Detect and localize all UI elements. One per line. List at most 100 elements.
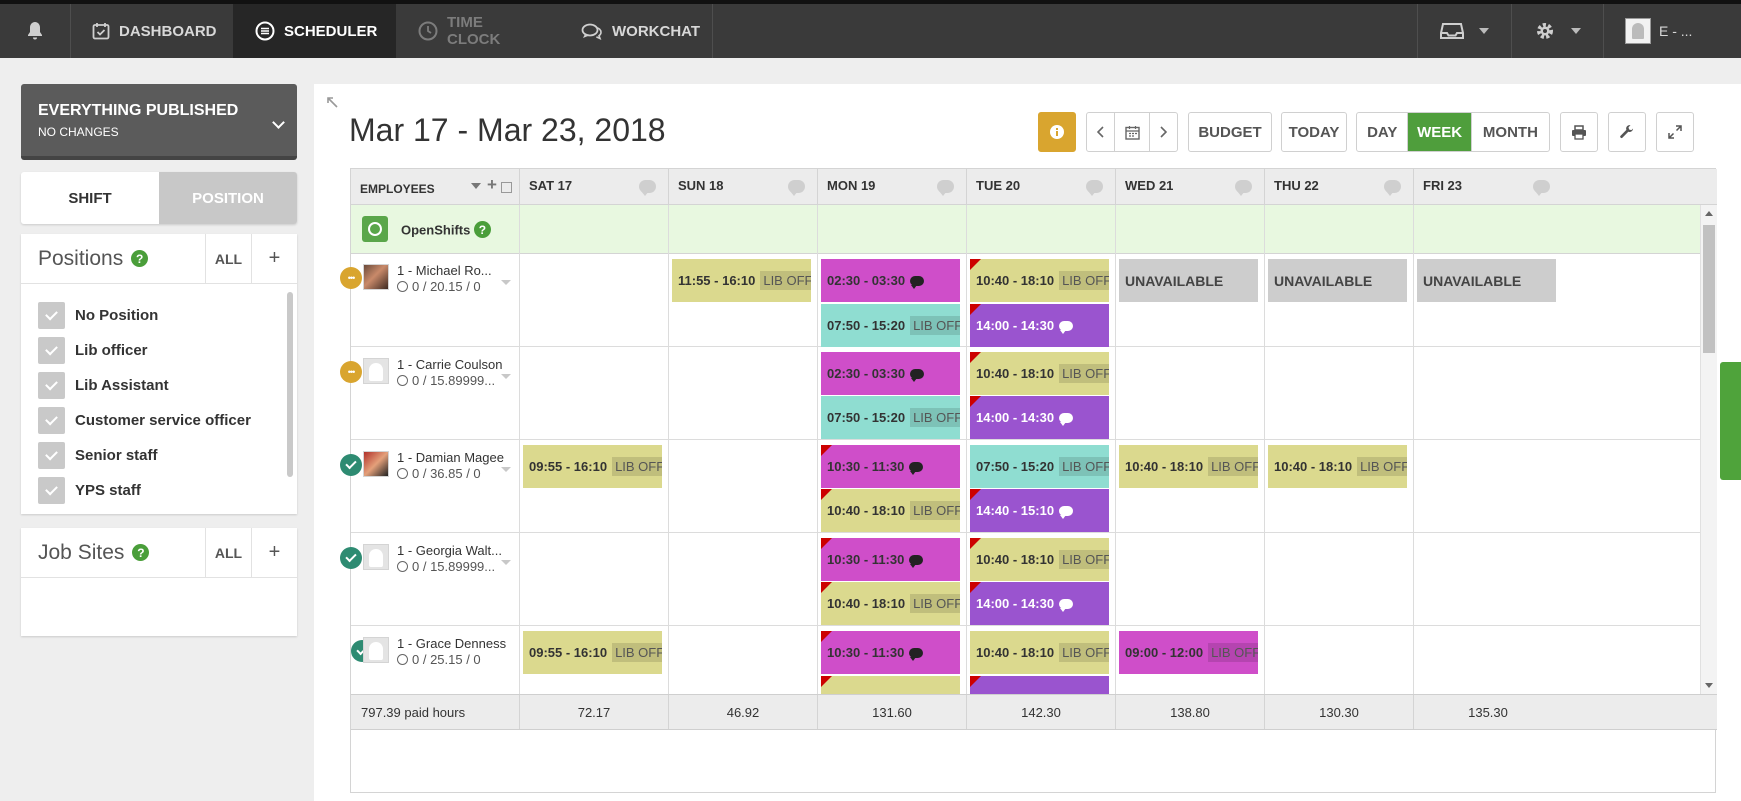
job-sites-all-button[interactable]: ALL [205, 528, 251, 577]
checkbox-checked-icon[interactable] [38, 302, 65, 329]
day-header[interactable]: SAT 17 [519, 169, 668, 205]
checkbox-checked-icon[interactable] [38, 477, 65, 504]
notifications-button[interactable] [0, 4, 70, 58]
shift-block[interactable]: 09:55 - 16:10LIB OFFIC [523, 445, 662, 488]
settings-menu-button[interactable] [1511, 4, 1603, 58]
chevron-down-icon[interactable] [501, 280, 511, 285]
help-icon[interactable]: ? [131, 250, 149, 267]
nav-scheduler[interactable]: SCHEDULER [233, 4, 396, 58]
shift-block[interactable]: 10:40 - 18:10LIB OFFICI [970, 631, 1109, 674]
day-header[interactable]: SUN 18 [668, 169, 817, 205]
shift-block[interactable]: 10:40 - 18:10LIB OFFICI [970, 538, 1109, 581]
shift-block[interactable]: 10:40 - 18:10LIB OFFICI [1119, 445, 1258, 488]
shift-block[interactable]: 14:40 - 15:10 [970, 489, 1109, 532]
info-button[interactable] [1038, 112, 1076, 152]
next-week-button[interactable] [1148, 113, 1177, 151]
view-week-button[interactable]: WEEK [1407, 113, 1471, 151]
collapse-arrow-icon[interactable] [326, 96, 338, 108]
shift-block[interactable]: 10:40 - 18:10LIB OFFIC [821, 489, 960, 532]
copy-icon[interactable] [501, 182, 512, 193]
nav-dashboard[interactable]: DASHBOARD [70, 4, 233, 58]
employee-name[interactable]: 1 - Michael Ro... [397, 263, 492, 278]
shift-block[interactable] [970, 676, 1109, 694]
comment-icon[interactable] [639, 180, 656, 196]
comment-icon[interactable] [788, 180, 805, 196]
position-item[interactable]: Lib Assistant [21, 368, 297, 403]
shift-block[interactable]: 02:30 - 03:30 [821, 259, 960, 302]
today-button[interactable]: TODAY [1281, 112, 1347, 152]
view-day-button[interactable]: DAY [1357, 113, 1407, 151]
shift-block[interactable]: 11:55 - 16:10LIB OFFIC [672, 259, 811, 302]
checkbox-checked-icon[interactable] [38, 337, 65, 364]
positions-scrollbar[interactable] [287, 292, 293, 477]
nav-workchat[interactable]: WORKCHAT [559, 4, 712, 58]
view-month-button[interactable]: MONTH [1470, 113, 1549, 151]
employees-column-header[interactable]: EMPLOYEES + [351, 169, 519, 205]
scroll-down-icon[interactable] [1705, 683, 1713, 688]
user-menu-button[interactable]: E - ... [1603, 4, 1741, 58]
positions-all-button[interactable]: ALL [205, 234, 251, 283]
shift-block[interactable]: 07:50 - 15:20LIB OFFIC [821, 396, 960, 439]
day-header[interactable]: TUE 20 [966, 169, 1115, 205]
inbox-menu-button[interactable] [1417, 4, 1511, 58]
scrollbar-thumb[interactable] [1703, 225, 1715, 353]
help-icon[interactable]: ? [132, 544, 150, 561]
pending-status-icon[interactable] [340, 267, 362, 289]
shift-block[interactable]: 10:30 - 11:30 [821, 445, 960, 488]
pending-status-icon[interactable] [340, 361, 362, 383]
shift-block[interactable]: 14:00 - 14:30 [970, 582, 1109, 625]
shift-block[interactable]: 10:40 - 18:10LIB OFFICI [970, 259, 1109, 302]
checkbox-checked-icon[interactable] [38, 442, 65, 469]
employee-name[interactable]: 1 - Georgia Walt... [397, 543, 502, 558]
checkbox-checked-icon[interactable] [38, 407, 65, 434]
position-item[interactable]: No Position [21, 298, 297, 333]
shift-block[interactable]: 14:00 - 14:30 [970, 304, 1109, 347]
print-button[interactable] [1560, 112, 1598, 152]
unavailable-block[interactable]: UNAVAILABLE [1417, 259, 1556, 302]
shift-block[interactable]: 09:00 - 12:00LIB OFFICI [1119, 631, 1258, 674]
grid-scrollbar[interactable] [1700, 205, 1717, 694]
shift-block[interactable]: 10:30 - 11:30 [821, 631, 960, 674]
shift-block[interactable]: 07:50 - 15:20LIB OFFICI [970, 445, 1109, 488]
day-header[interactable]: MON 19 [817, 169, 966, 205]
shift-block[interactable]: 10:40 - 18:10LIB OFFICI [970, 352, 1109, 395]
position-item[interactable]: Customer service officer [21, 403, 297, 438]
open-shifts-row[interactable]: OpenShifts ? [351, 205, 1700, 254]
day-header[interactable]: FRI 23 [1413, 169, 1717, 205]
chevron-down-icon[interactable] [501, 467, 511, 472]
shift-block[interactable]: 02:30 - 03:30 [821, 352, 960, 395]
toggle-shift[interactable]: SHIFT [21, 172, 159, 224]
scroll-up-icon[interactable] [1705, 211, 1713, 216]
employee-name[interactable]: 1 - Carrie Coulson [397, 357, 503, 372]
comment-icon[interactable] [1533, 180, 1550, 196]
add-job-site-button[interactable]: + [251, 528, 297, 577]
publish-status-dropdown[interactable]: EVERYTHING PUBLISHED NO CHANGES [21, 84, 297, 160]
chevron-down-icon[interactable] [501, 374, 511, 379]
unavailable-block[interactable]: UNAVAILABLE [1268, 259, 1407, 302]
fullscreen-button[interactable] [1656, 112, 1694, 152]
unavailable-block[interactable]: UNAVAILABLE [1119, 259, 1258, 302]
prev-week-button[interactable] [1087, 113, 1114, 151]
day-header[interactable]: THU 22 [1264, 169, 1413, 205]
comment-icon[interactable] [937, 180, 954, 196]
shift-block[interactable]: 07:50 - 15:20LIB OFFIC [821, 304, 960, 347]
comment-icon[interactable] [1384, 180, 1401, 196]
sort-caret-icon[interactable] [471, 183, 481, 189]
employee-name[interactable]: 1 - Grace Denness [397, 636, 506, 651]
position-item[interactable]: Senior staff [21, 438, 297, 473]
day-header[interactable]: WED 21 [1115, 169, 1264, 205]
comment-icon[interactable] [1086, 180, 1103, 196]
chevron-down-icon[interactable] [501, 560, 511, 565]
tools-button[interactable] [1608, 112, 1646, 152]
position-item[interactable]: Lib officer [21, 333, 297, 368]
add-position-button[interactable]: + [251, 234, 297, 283]
budget-button[interactable]: BUDGET [1188, 112, 1272, 152]
confirmed-status-icon[interactable] [340, 454, 362, 476]
comment-icon[interactable] [1235, 180, 1252, 196]
shift-block[interactable]: 09:55 - 16:10LIB OFFIC [523, 631, 662, 674]
help-icon[interactable]: ? [473, 221, 491, 238]
checkbox-checked-icon[interactable] [38, 372, 65, 399]
toggle-position[interactable]: POSITION [159, 172, 297, 224]
shift-block[interactable]: 10:40 - 18:10LIB OFFICI [1268, 445, 1407, 488]
shift-block[interactable] [821, 676, 960, 694]
